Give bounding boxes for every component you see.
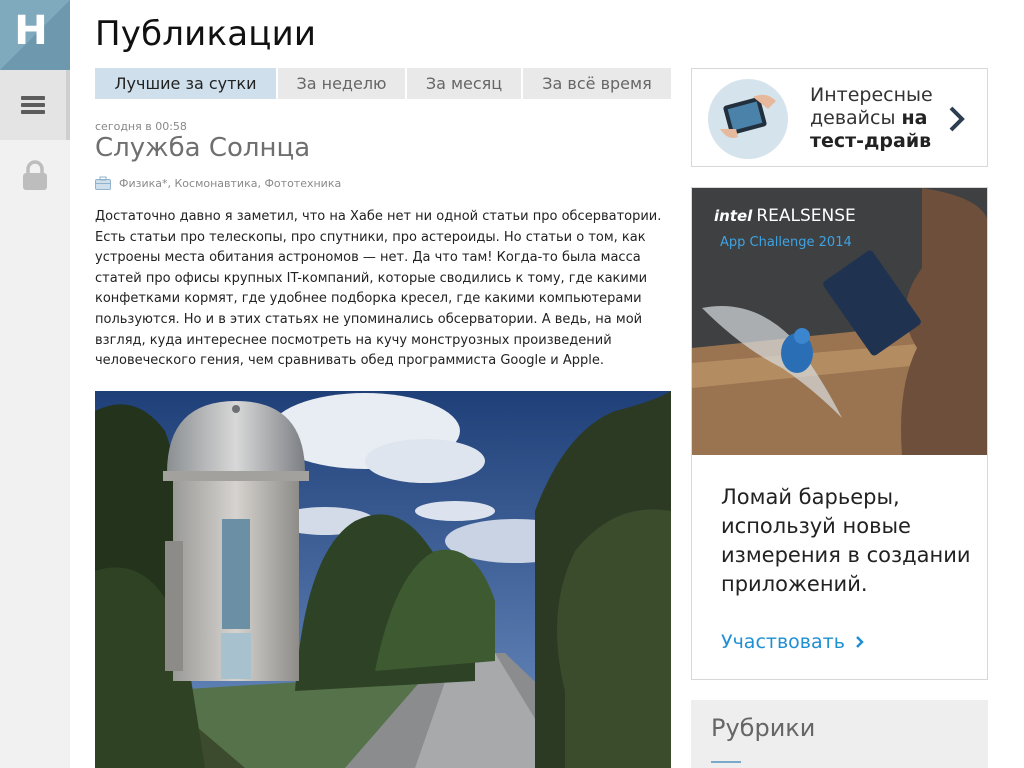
- period-tabs: Лучшие за сутки За неделю За месяц За вс…: [95, 68, 671, 99]
- rubrics-panel: Рубрики: [691, 700, 988, 768]
- promo-line3-bold: тест-драйв: [810, 130, 932, 152]
- briefcase-icon: [95, 176, 111, 190]
- promo-line3: тест-драйв: [810, 130, 933, 153]
- ad-brand: intel REALSENSE: [714, 206, 856, 226]
- hamburger-menu-icon: [21, 93, 45, 117]
- left-rail: H: [0, 0, 70, 768]
- tab-all-time[interactable]: За всё время: [523, 68, 671, 99]
- observatory-photo: [95, 391, 671, 768]
- tab-best-day[interactable]: Лучшие за сутки: [95, 68, 276, 99]
- rubrics-list-peek: [711, 761, 741, 768]
- post-body: Достаточно давно я заметил, что на Хабе …: [95, 209, 662, 369]
- post-time: сегодня в 00:58: [95, 120, 187, 133]
- hubs-list[interactable]: Физика*, Космонавтика, Фототехника: [119, 177, 341, 190]
- chevron-right-icon: [856, 636, 864, 648]
- promo-line2-prefix: девайсы: [810, 107, 902, 129]
- post-image[interactable]: [95, 391, 671, 768]
- tab-week[interactable]: За неделю: [278, 68, 405, 99]
- ad-copy: Ломай барьеры, используй новые измерения…: [721, 485, 971, 596]
- post-hubs: Физика*, Космонавтика, Фототехника: [95, 174, 341, 192]
- lock-icon: [23, 160, 47, 190]
- ad-subtitle: App Challenge 2014: [720, 235, 852, 250]
- participate-link[interactable]: Участвовать: [721, 631, 865, 653]
- ad-image: intel REALSENSE App Challenge 2014: [692, 188, 987, 455]
- promo-line1: Интересные: [810, 84, 933, 106]
- tablet-illustration: [708, 79, 788, 159]
- post-title[interactable]: Служба Солнца: [95, 133, 310, 163]
- chevron-right-icon: [949, 106, 965, 132]
- intel-logo: intel: [714, 207, 753, 225]
- rubrics-title: Рубрики: [711, 714, 816, 742]
- realsense-logo: REALSENSE: [756, 206, 856, 226]
- promo-text: Интересные девайсы на тест-драйв: [810, 84, 933, 153]
- participate-label: Участвовать: [721, 631, 845, 653]
- page-title: Публикации: [95, 14, 317, 54]
- logo-letter: H: [14, 8, 48, 54]
- promo-line2-bold: на: [901, 107, 928, 129]
- menu-button[interactable]: [0, 70, 70, 140]
- tab-month[interactable]: За месяц: [407, 68, 521, 99]
- devices-promo[interactable]: Интересные девайсы на тест-драйв: [691, 68, 988, 167]
- site-logo[interactable]: H: [0, 0, 70, 70]
- intel-realsense-ad[interactable]: intel REALSENSE App Challenge 2014 Ломай …: [691, 187, 988, 680]
- login-button[interactable]: [0, 140, 70, 210]
- promo-line2: девайсы на: [810, 107, 933, 130]
